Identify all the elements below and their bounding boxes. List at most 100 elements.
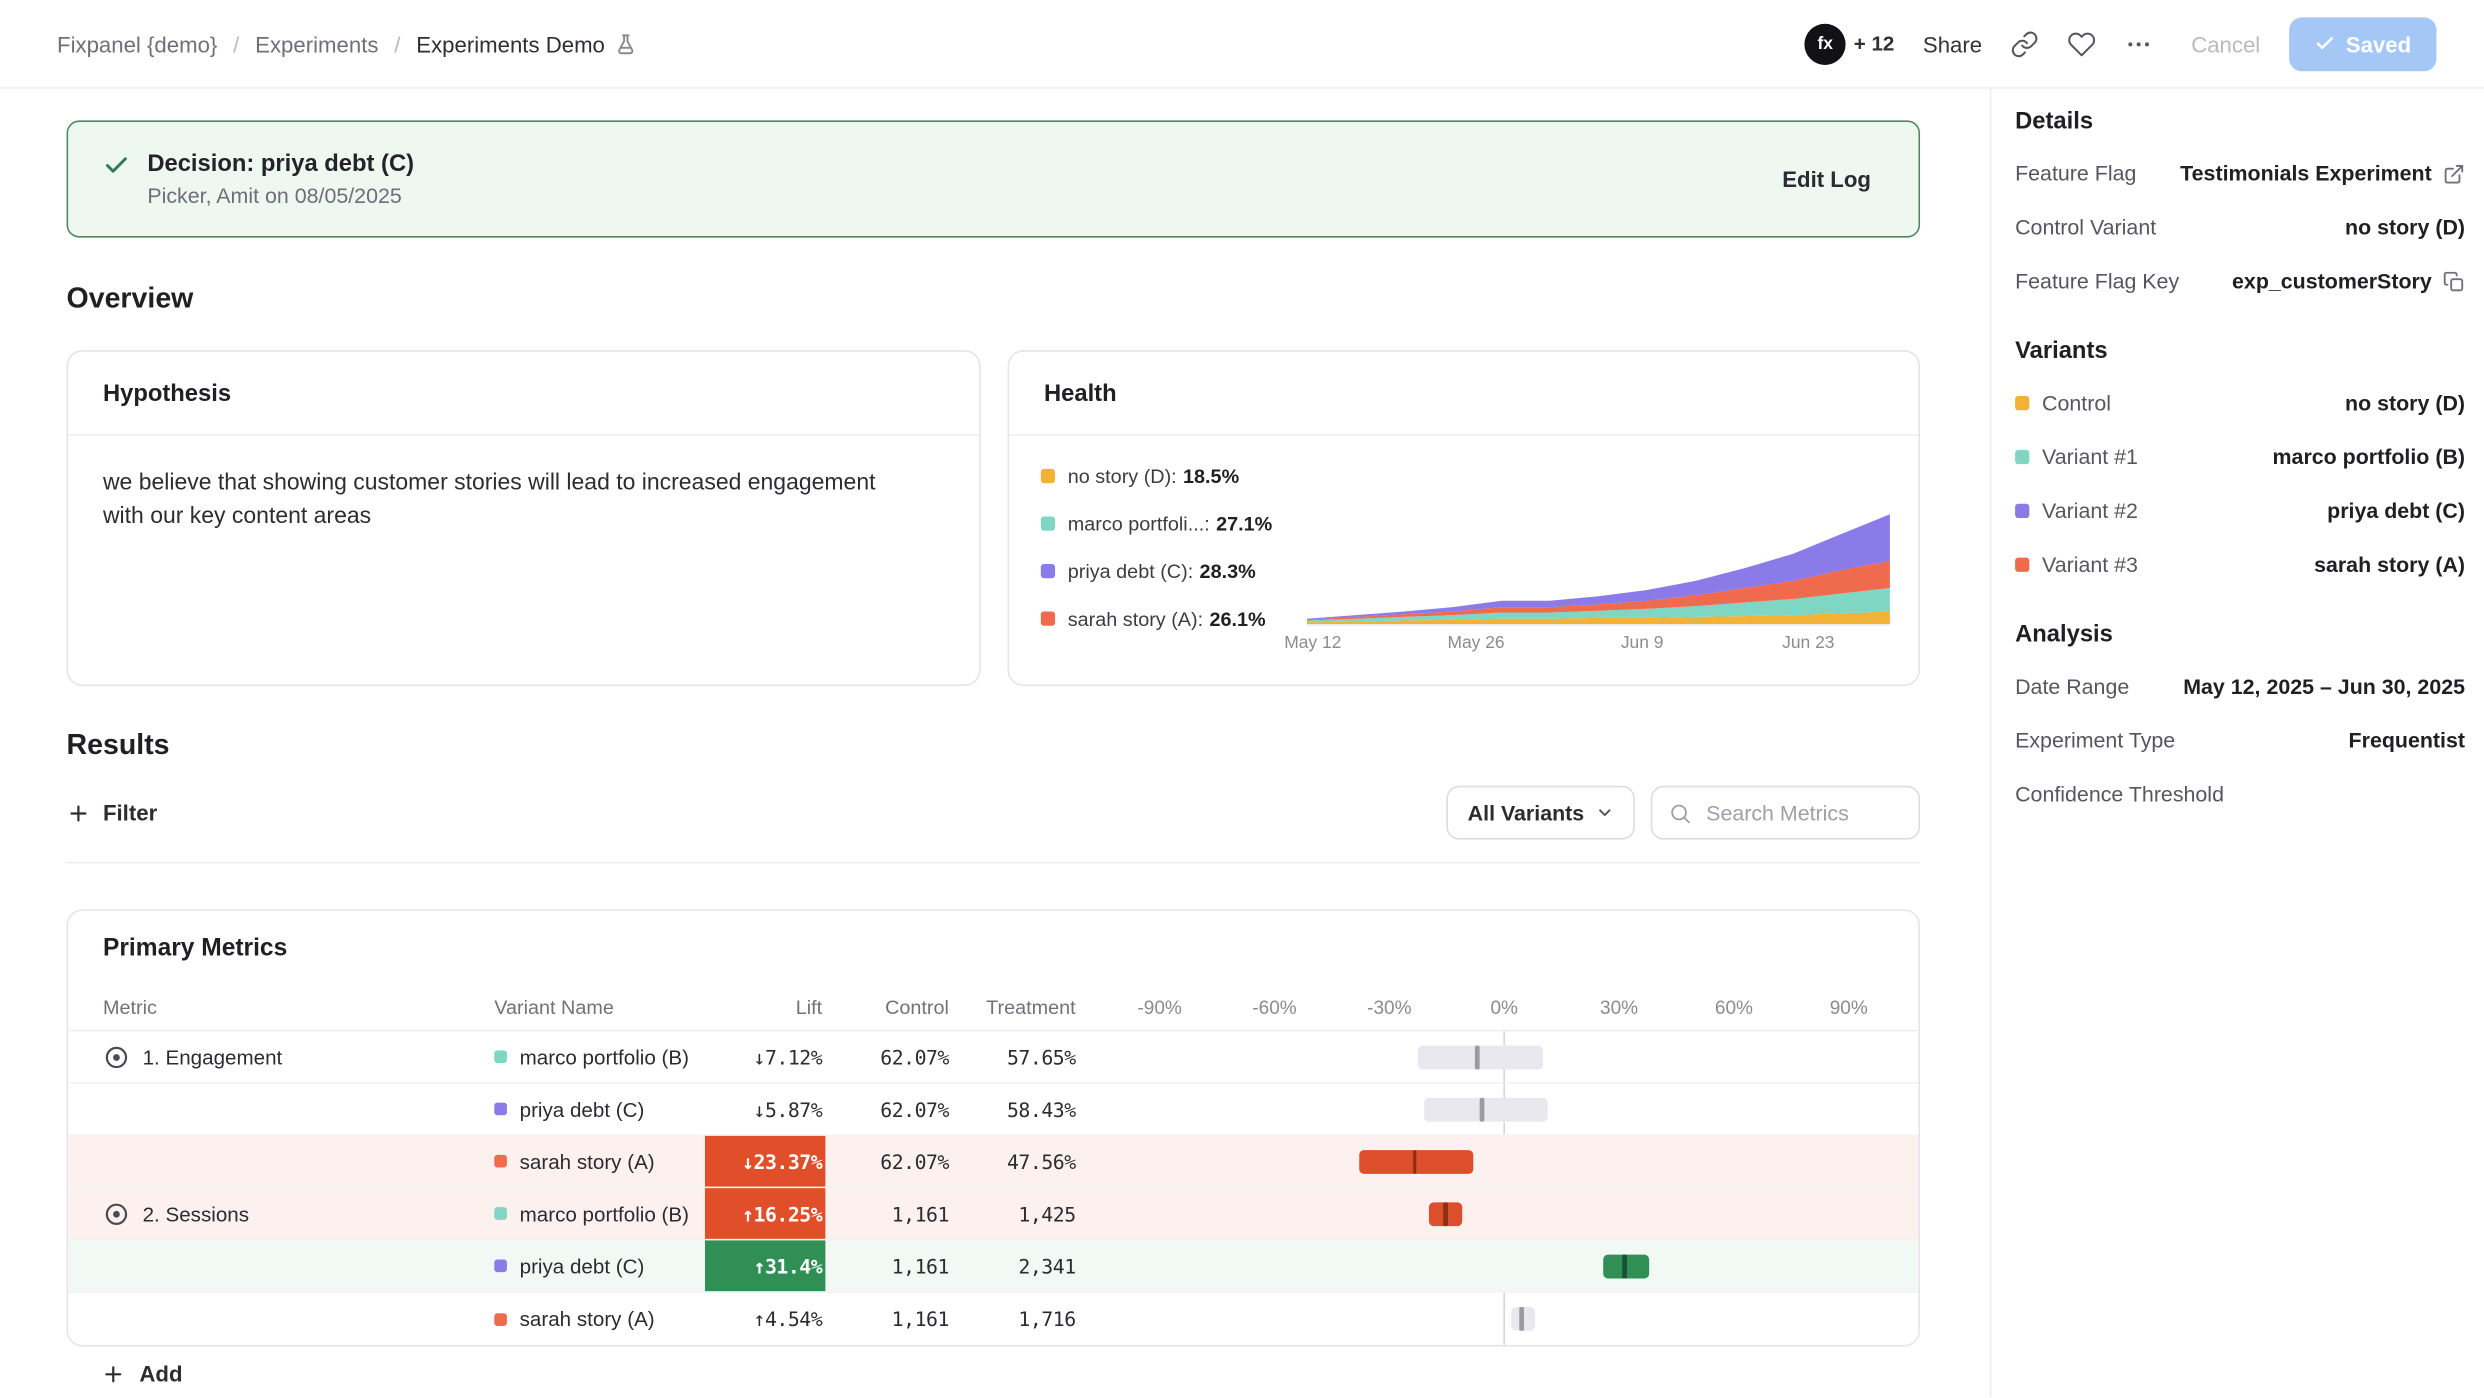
confidence-interval-bar — [1424, 1098, 1548, 1122]
favorite-button[interactable] — [2068, 29, 2097, 58]
results-heading: Results — [67, 729, 1921, 762]
variant-color-dot — [494, 1103, 507, 1116]
axis-header: -90% -60% -30% 0% 30% 60% 90% — [1111, 984, 1887, 1030]
lift-tick — [1480, 1098, 1484, 1122]
legend-swatch — [1041, 516, 1055, 530]
details-section: Details Feature Flag Testimonials Experi… — [2009, 108, 2465, 293]
axis-tick-label: 0% — [1490, 996, 1517, 1018]
top-bar: Fixpanel {demo} / Experiments / Experime… — [0, 0, 2484, 89]
variant-name: sarah story (A) — [520, 1149, 655, 1173]
health-card: Health no story (D): 18.5% marco portfol… — [1008, 350, 1920, 686]
lift-tick — [1413, 1150, 1417, 1174]
link-icon — [2011, 29, 2040, 58]
variant-row: Control no story (D) — [2009, 391, 2465, 415]
variant-name: sarah story (A) — [520, 1307, 655, 1331]
analysis-section: Analysis Date Range May 12, 2025 – Jun 3… — [2009, 621, 2465, 806]
cancel-button[interactable]: Cancel — [2191, 31, 2260, 56]
variant-name: priya debt (C) — [520, 1097, 645, 1121]
axis-tick-label: 30% — [1600, 996, 1638, 1018]
confidence-interval-bar — [1418, 1046, 1542, 1070]
variant-color-dot — [494, 1313, 507, 1326]
breadcrumb-current[interactable]: Experiments Demo — [416, 31, 636, 56]
column-metric: Metric — [103, 996, 494, 1018]
confidence-interval-bar — [1604, 1255, 1650, 1279]
clipboard-icon[interactable] — [2443, 270, 2465, 292]
hypothesis-card: Hypothesis we believe that showing custo… — [67, 350, 981, 686]
variant-color-dot — [2015, 450, 2029, 464]
collaborators[interactable]: fx + 12 — [1805, 23, 1895, 64]
date-range-value: May 12, 2025 – Jun 30, 2025 — [2183, 675, 2465, 699]
variant-name: marco portfolio (B) — [520, 1202, 689, 1226]
search-input[interactable] — [1703, 799, 1896, 826]
x-tick-label: May 26 — [1447, 634, 1504, 653]
treatment-value: 57.65% — [949, 1045, 1076, 1069]
column-control: Control — [825, 996, 949, 1018]
plus-icon — [101, 1362, 125, 1386]
variant-color-dot — [2015, 396, 2029, 410]
axis-tick-label: -90% — [1137, 996, 1181, 1018]
breadcrumb-workspace[interactable]: Fixpanel {demo} — [57, 31, 217, 56]
variant-color-dot — [494, 1207, 507, 1220]
page-title: Experiments Demo — [416, 31, 605, 56]
treatment-value: 1,425 — [949, 1202, 1076, 1226]
stacked-area-chart — [1307, 505, 1890, 624]
column-lift: Lift — [705, 984, 825, 1030]
details-heading: Details — [2015, 108, 2465, 135]
legend-item: no story (D): 18.5% — [1041, 464, 1307, 488]
column-variant-name: Variant Name — [494, 996, 705, 1018]
check-icon — [103, 151, 130, 178]
check-icon — [2314, 33, 2335, 54]
details-sidebar: Details Feature Flag Testimonials Experi… — [1990, 89, 2484, 1398]
lift-cell: ↓7.12% — [705, 1031, 825, 1082]
metric-name: 2. Sessions — [143, 1202, 249, 1226]
confidence-interval-bar — [1512, 1307, 1535, 1331]
variant-color-dot — [494, 1259, 507, 1272]
table-row[interactable]: 2. Sessions marco portfolio (B) ↑16.25% … — [68, 1188, 1918, 1240]
decision-title: Decision: priya debt (C) — [147, 150, 414, 177]
legend-swatch — [1041, 612, 1055, 626]
control-value: 1,161 — [825, 1202, 949, 1226]
legend-swatch — [1041, 564, 1055, 578]
table-row[interactable]: 1. Engagement marco portfolio (B) ↓7.12%… — [68, 1031, 1918, 1083]
external-link-icon[interactable] — [2443, 162, 2465, 184]
saved-button[interactable]: Saved — [2289, 17, 2437, 71]
confidence-interval-cell — [1111, 1293, 1887, 1345]
table-row[interactable]: priya debt (C) ↓5.87% 62.07% 58.43% — [68, 1084, 1918, 1136]
share-button[interactable]: Share — [1923, 31, 1982, 56]
topbar-actions: fx + 12 Share Cancel — [1805, 17, 2437, 71]
divider — [67, 862, 1921, 864]
metric-search[interactable] — [1651, 786, 1920, 840]
breadcrumb-experiments[interactable]: Experiments — [255, 31, 378, 56]
x-tick-label: Jun 9 — [1621, 634, 1664, 653]
more-menu-button[interactable] — [2125, 29, 2154, 58]
health-legend: no story (D): 18.5% marco portfoli...: 2… — [1041, 464, 1307, 662]
chevron-down-icon — [1595, 803, 1614, 822]
edit-log-button[interactable]: Edit Log — [1782, 166, 1871, 191]
experiment-type-value: Frequentist — [2349, 729, 2465, 753]
avatar[interactable]: fx — [1805, 23, 1846, 64]
ellipsis-icon — [2125, 29, 2154, 58]
confidence-interval-bar — [1359, 1150, 1474, 1174]
table-row[interactable]: sarah story (A) ↓23.37% 62.07% 47.56% — [68, 1136, 1918, 1188]
lift-tick — [1444, 1202, 1448, 1226]
legend-swatch — [1041, 469, 1055, 483]
filter-button[interactable]: Filter — [67, 794, 170, 832]
table-row[interactable]: sarah story (A) ↑4.54% 1,161 1,716 — [68, 1293, 1918, 1345]
table-header: Metric Variant Name Lift Control Treatme… — [68, 984, 1918, 1032]
treatment-value: 1,716 — [949, 1307, 1076, 1331]
hypothesis-title: Hypothesis — [68, 352, 979, 436]
control-value: 1,161 — [825, 1254, 949, 1278]
primary-metrics-title: Primary Metrics — [68, 911, 1918, 984]
add-metric-button[interactable]: Add — [67, 1361, 1921, 1386]
variants-dropdown[interactable]: All Variants — [1447, 786, 1635, 840]
variant-row: Variant #3 sarah story (A) — [2009, 553, 2465, 577]
table-row[interactable]: priya debt (C) ↑31.4% 1,161 2,341 — [68, 1240, 1918, 1292]
axis-tick-label: 90% — [1830, 996, 1868, 1018]
variant-row: Variant #2 priya debt (C) — [2009, 499, 2465, 523]
copy-link-button[interactable] — [2011, 29, 2040, 58]
treatment-value: 58.43% — [949, 1097, 1076, 1121]
target-icon — [103, 1043, 130, 1070]
overview-heading: Overview — [67, 282, 1921, 315]
legend-item: priya debt (C): 28.3% — [1041, 559, 1307, 583]
feature-flag-value[interactable]: Testimonials Experiment — [2180, 162, 2432, 186]
